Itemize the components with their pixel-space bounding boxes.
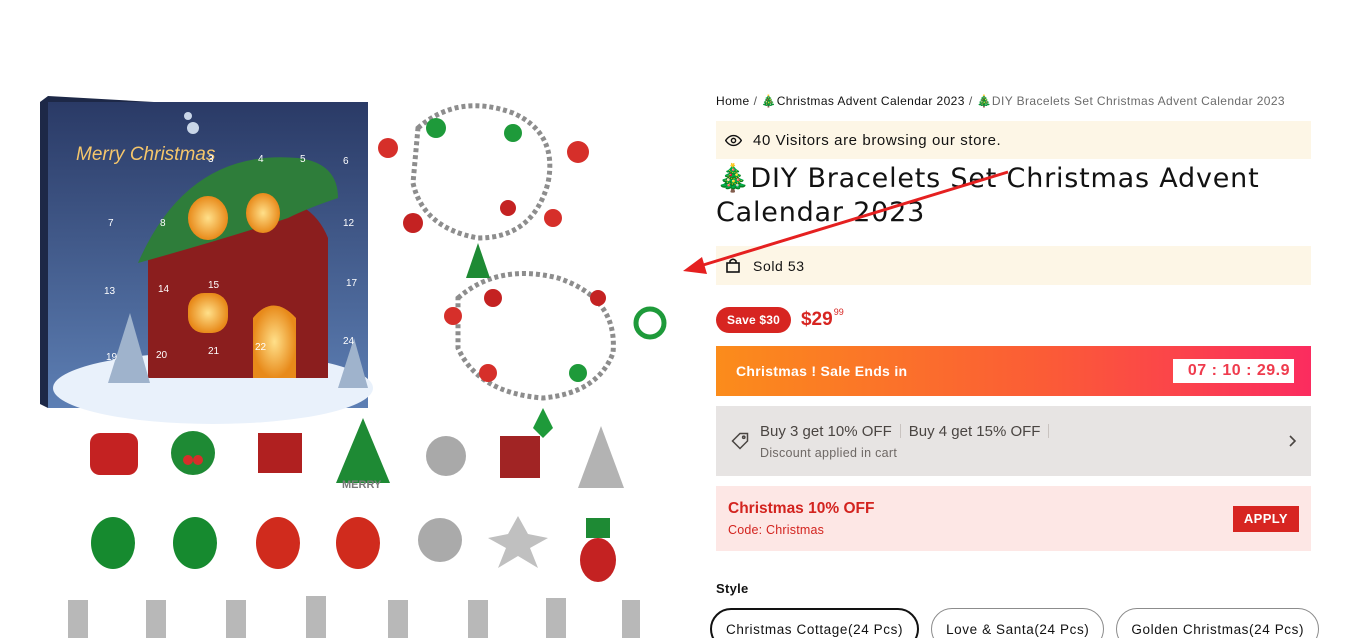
breadcrumb-separator: / [753,94,758,108]
coupon-title: Christmas 10% OFF [728,500,875,517]
visitors-notice: 40 Visitors are browsing our store. [716,121,1311,159]
offer-buy-3: Buy 3 get 10% OFF [760,422,892,440]
style-options: Christmas Cottage(24 Pcs) Love & Santa(2… [710,608,1320,638]
product-title: 🎄DIY Bracelets Set Christmas Advent Cale… [716,163,1260,228]
charm-row-bottom [68,596,640,638]
countdown-label: Christmas ! Sale Ends in [736,363,908,379]
sold-text: Sold 53 [753,257,805,274]
price-cents: 99 [833,307,844,317]
bracelet-2 [455,271,616,401]
bracelet-charms [378,118,667,438]
day-number: 20 [156,350,168,361]
offer-note: Discount applied in cart [760,445,898,460]
breadcrumb: Home / 🎄Christmas Advent Calendar 2023/🎄DI… [716,92,1311,110]
charm-label: MERRY [342,479,382,491]
day-number: 3 [208,154,214,165]
breadcrumb-home[interactable]: Home [716,94,750,108]
eye-icon [725,132,742,149]
day-number: 15 [208,280,220,291]
visitors-text: 40 Visitors are browsing our store. [753,131,1002,149]
box-title: Merry Christmas [76,144,216,165]
day-number: 8 [160,218,166,229]
breadcrumb-collection[interactable]: 🎄Christmas Advent Calendar 2023 [761,94,964,108]
coupon-box: Christmas 10% OFF Code: Christmas APPLY [716,486,1311,551]
day-number: 12 [343,218,355,229]
day-number: 5 [300,154,306,165]
day-number: 14 [158,284,170,295]
product-photo: Merry Christmas 3 4 5 6 7 8 12 13 14 15 … [40,96,667,638]
price-row: Save $30 $2999 [716,307,1311,333]
day-number: 7 [108,218,114,229]
product-info: Home / 🎄Christmas Advent Calendar 2023/🎄DI… [710,92,1320,638]
style-label: Style [716,581,749,596]
bead-row [91,516,616,582]
price-tag-icon [730,431,750,451]
day-number: 19 [106,352,118,363]
shopping-bag-icon [726,258,740,273]
apply-coupon-button[interactable]: APPLY [1232,505,1299,532]
day-number: 13 [104,286,116,297]
style-option-love-santa[interactable]: Love & Santa(24 Pcs) [931,608,1105,638]
divider [1048,424,1050,438]
day-number: 21 [208,346,220,357]
style-option-golden-christmas[interactable]: Golden Christmas(24 Pcs) [1116,608,1320,638]
breadcrumb-separator: / [968,94,973,108]
volume-discount-offers[interactable]: Buy 3 get 10% OFF Buy 4 get 15% OFF Disc… [716,406,1311,476]
coupon-code: Code: Christmas [728,523,825,537]
day-number: 17 [346,278,358,289]
price-dollars: $29 [800,309,833,330]
day-number: 24 [343,336,355,347]
day-number: 22 [255,342,267,353]
breadcrumb-current: 🎄DIY Bracelets Set Christmas Advent Cale… [976,94,1286,108]
day-number: 4 [258,154,264,165]
sale-countdown: Christmas ! Sale Ends in 07 : 10 : 29.9 [716,346,1311,396]
divider [899,424,901,438]
style-option-christmas-cottage[interactable]: Christmas Cottage(24 Pcs) [710,608,920,638]
offer-buy-4: Buy 4 get 15% OFF [908,422,1041,440]
day-number: 6 [343,156,349,167]
sale-price: $2999 [800,307,844,331]
sold-notice: Sold 53 [716,246,1311,285]
save-badge: Save $30 [716,307,791,333]
chevron-right-icon[interactable] [1285,434,1299,448]
product-image[interactable]: Merry Christmas 3 4 5 6 7 8 12 13 14 15 … [38,88,678,638]
countdown-timer: 07 : 10 : 29.9 [1172,359,1294,383]
